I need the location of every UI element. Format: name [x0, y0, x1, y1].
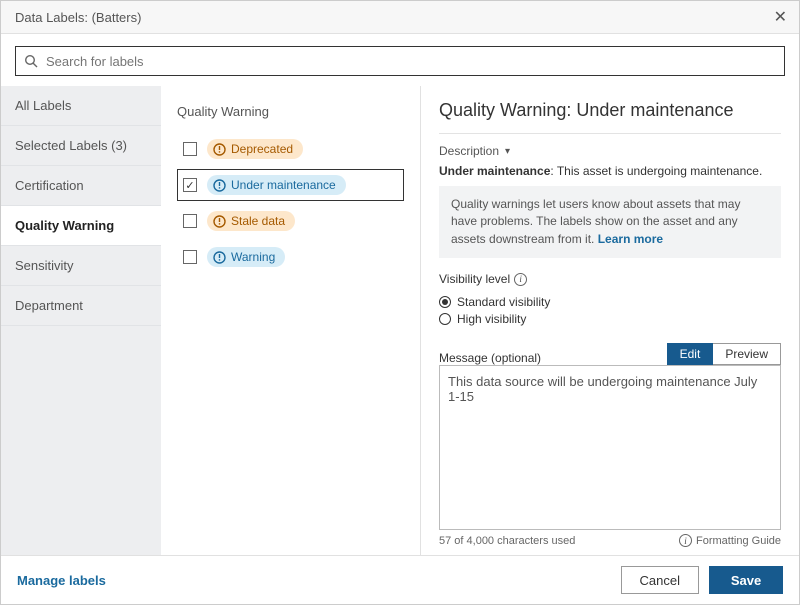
manage-labels-link[interactable]: Manage labels — [17, 573, 106, 588]
warning-icon — [213, 179, 226, 192]
category-sidebar: All LabelsSelected Labels (3)Certificati… — [1, 86, 161, 555]
warning-icon — [213, 143, 226, 156]
learn-more-link[interactable]: Learn more — [598, 232, 663, 246]
label-list-title: Quality Warning — [177, 104, 404, 119]
info-icon: i — [679, 534, 692, 547]
sidebar-item-quality-warning[interactable]: Quality Warning — [1, 206, 161, 246]
tab-edit[interactable]: Edit — [667, 343, 714, 365]
description-toggle[interactable]: Description ▾ — [439, 144, 781, 158]
message-label: Message (optional) — [439, 351, 541, 365]
formatting-guide-link[interactable]: i Formatting Guide — [679, 534, 781, 547]
titlebar: Data Labels: (Batters) ✕ — [1, 1, 799, 34]
search-container — [1, 34, 799, 86]
message-tabs: Edit Preview — [667, 343, 781, 365]
dialog-footer: Manage labels Cancel Save — [1, 555, 799, 604]
label-row-under-maintenance[interactable]: Under maintenance — [177, 169, 404, 201]
chevron-down-icon: ▾ — [505, 146, 510, 157]
dialog-title: Data Labels: (Batters) — [15, 10, 141, 25]
search-field[interactable] — [15, 46, 785, 76]
close-icon[interactable]: ✕ — [774, 7, 787, 27]
radio-button[interactable] — [439, 296, 451, 308]
description-text: Under maintenance: This asset is undergo… — [439, 164, 781, 178]
checkbox[interactable] — [183, 214, 197, 228]
info-box: Quality warnings let users know about as… — [439, 186, 781, 258]
save-button[interactable]: Save — [709, 566, 783, 594]
search-input[interactable] — [38, 53, 776, 70]
warning-icon — [213, 251, 226, 264]
visibility-option-standard-visibility[interactable]: Standard visibility — [439, 295, 781, 309]
tab-preview[interactable]: Preview — [713, 343, 781, 365]
checkbox[interactable] — [183, 250, 197, 264]
label-pill: Warning — [207, 247, 285, 267]
checkbox[interactable] — [183, 178, 197, 192]
char-count: 57 of 4,000 characters used — [439, 535, 575, 547]
visibility-option-high-visibility[interactable]: High visibility — [439, 312, 781, 326]
divider — [439, 133, 781, 134]
warning-icon — [213, 215, 226, 228]
checkbox[interactable] — [183, 142, 197, 156]
label-row-stale-data[interactable]: Stale data — [177, 205, 404, 237]
cancel-button[interactable]: Cancel — [621, 566, 699, 594]
label-pill: Stale data — [207, 211, 295, 231]
sidebar-item-department[interactable]: Department — [1, 286, 161, 326]
label-list-panel: Quality Warning Deprecated Under maintena… — [161, 86, 421, 555]
label-row-warning[interactable]: Warning — [177, 241, 404, 273]
sidebar-item-selected-labels-3-[interactable]: Selected Labels (3) — [1, 126, 161, 166]
message-textarea[interactable] — [439, 365, 781, 530]
label-row-deprecated[interactable]: Deprecated — [177, 133, 404, 165]
visibility-label: Visibility level i — [439, 272, 781, 286]
label-pill: Deprecated — [207, 139, 303, 159]
sidebar-item-certification[interactable]: Certification — [1, 166, 161, 206]
detail-heading: Quality Warning: Under maintenance — [439, 100, 781, 121]
data-labels-dialog: Data Labels: (Batters) ✕ All LabelsSelec… — [0, 0, 800, 605]
info-icon[interactable]: i — [514, 273, 527, 286]
radio-button[interactable] — [439, 313, 451, 325]
label-pill: Under maintenance — [207, 175, 346, 195]
search-icon — [24, 54, 38, 68]
sidebar-item-sensitivity[interactable]: Sensitivity — [1, 246, 161, 286]
detail-panel: Quality Warning: Under maintenance Descr… — [421, 86, 799, 555]
sidebar-item-all-labels[interactable]: All Labels — [1, 86, 161, 126]
